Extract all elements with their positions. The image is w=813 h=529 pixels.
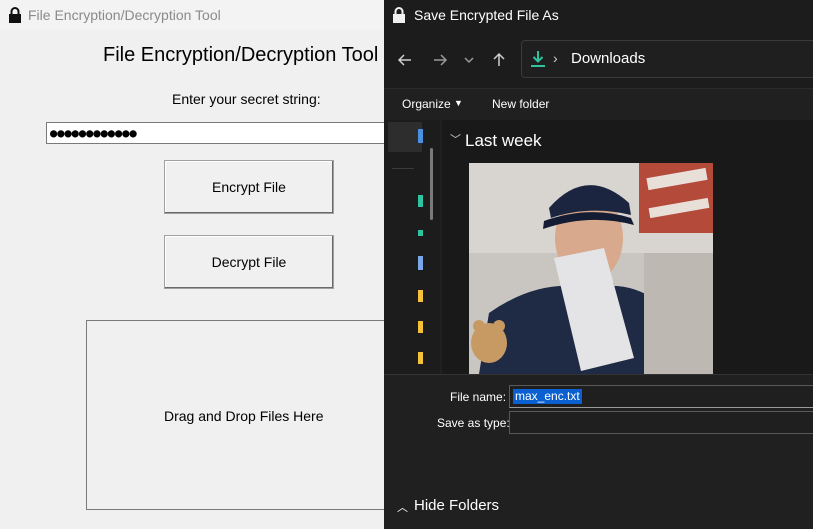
folder-icon[interactable]	[418, 352, 423, 364]
arrow-right-icon[interactable]	[430, 50, 450, 70]
hide-folders-button[interactable]: Hide Folders	[414, 497, 499, 514]
arrow-left-icon[interactable]	[395, 50, 415, 70]
dialog-footer: File name: max_enc.txt Save as type: ︿ H…	[384, 374, 813, 529]
secret-input[interactable]: ●●●●●●●●●●●●	[46, 122, 391, 144]
file-list: ﹀ Last week	[442, 120, 813, 374]
file-name-value[interactable]: max_enc.txt	[513, 389, 582, 404]
document-icon[interactable]	[418, 230, 423, 236]
new-folder-button[interactable]: New folder	[492, 97, 549, 111]
sidebar-item-selected[interactable]	[388, 122, 423, 152]
pictures-icon[interactable]	[418, 256, 423, 270]
sidebar-scrollbar[interactable]	[430, 148, 433, 220]
encrypt-file-button[interactable]: Encrypt File	[164, 160, 334, 214]
chevron-up-icon[interactable]: ︿	[397, 499, 408, 515]
dialog-title: Save Encrypted File As	[414, 7, 559, 23]
save-as-type-select[interactable]	[509, 411, 813, 434]
navigation-bar: › Downloads	[384, 32, 813, 88]
image-file-thumbnail[interactable]	[469, 163, 713, 374]
secret-prompt-label: Enter your secret string:	[172, 91, 321, 107]
command-bar: Organize ▼ New folder	[384, 88, 813, 120]
navigation-pane	[384, 120, 440, 374]
chevron-down-icon: ▼	[454, 98, 463, 108]
organize-button[interactable]: Organize	[402, 97, 451, 111]
drop-zone-label: Drag and Drop Files Here	[164, 408, 324, 424]
save-as-type-label: Save as type:	[437, 416, 510, 430]
decrypt-file-button[interactable]: Decrypt File	[164, 235, 334, 289]
file-name-label: File name:	[450, 390, 507, 404]
breadcrumb-separator: ›	[553, 50, 558, 66]
dialog-titlebar: Save Encrypted File As	[384, 0, 813, 32]
download-icon	[531, 51, 545, 67]
page-title: File Encryption/Decryption Tool	[103, 44, 379, 66]
download-icon[interactable]	[418, 195, 423, 207]
file-name-input[interactable]: max_enc.txt	[509, 385, 813, 408]
breadcrumb-downloads[interactable]: Downloads	[571, 50, 645, 67]
folder-icon[interactable]	[418, 321, 423, 333]
sidebar-divider	[392, 168, 414, 169]
save-file-dialog: Save Encrypted File As › Downloads Organ…	[384, 0, 813, 529]
chevron-down-icon[interactable]: ﹀	[450, 131, 461, 147]
app-window-title: File Encryption/Decryption Tool	[28, 7, 221, 23]
folder-icon[interactable]	[418, 290, 423, 302]
chevron-down-icon[interactable]	[459, 50, 479, 70]
lock-icon	[393, 7, 405, 23]
arrow-up-icon[interactable]	[489, 50, 509, 70]
group-header-last-week[interactable]: Last week	[465, 131, 542, 151]
photo-thumbnail	[469, 163, 713, 374]
folder-icon	[418, 129, 423, 143]
lock-icon	[9, 7, 21, 23]
address-bar[interactable]: › Downloads	[521, 40, 813, 78]
